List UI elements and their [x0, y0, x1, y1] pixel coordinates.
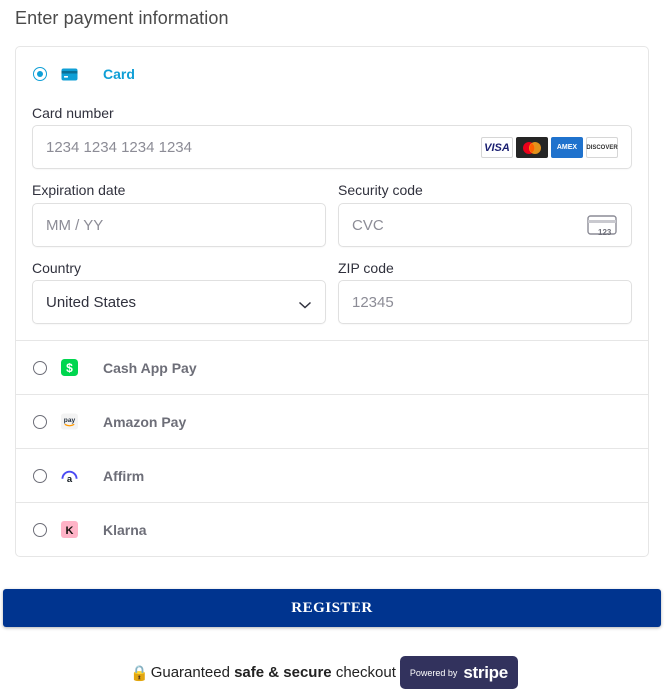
register-button[interactable]: REGISTER: [3, 589, 661, 627]
affirm-label: Affirm: [103, 468, 145, 484]
klarna-label: Klarna: [103, 522, 147, 538]
secure-checkout-footer: 🔒 Guaranteed safe & secure checkout Powe…: [130, 656, 518, 689]
lock-icon: 🔒: [130, 664, 149, 682]
country-value: United States: [46, 294, 137, 311]
card-radio[interactable]: [33, 67, 47, 81]
affirm-radio[interactable]: [33, 469, 47, 483]
svg-text:$: $: [66, 361, 73, 375]
expiration-label: Expiration date: [32, 182, 126, 198]
card-method-label[interactable]: Card: [103, 66, 135, 82]
chevron-down-icon: [298, 297, 312, 315]
footer-suffix: checkout: [335, 664, 396, 681]
amazon-pay-radio[interactable]: [33, 415, 47, 429]
card-method-section: Card Card number 1234 1234 1234 1234 VIS…: [16, 47, 648, 341]
security-code-label: Security code: [338, 182, 423, 198]
klarna-radio[interactable]: [33, 523, 47, 537]
method-affirm[interactable]: a Affirm: [16, 449, 648, 503]
powered-by-text: Powered by: [409, 667, 458, 678]
credit-card-icon: [61, 66, 78, 83]
card-number-placeholder: 1234 1234 1234 1234: [46, 139, 192, 156]
page-title: Enter payment information: [15, 8, 229, 28]
zip-placeholder: 12345: [352, 294, 394, 311]
cash-app-icon: $: [61, 359, 78, 376]
payment-panel: Card Card number 1234 1234 1234 1234 VIS…: [15, 46, 649, 557]
svg-text:K: K: [66, 525, 74, 537]
country-select[interactable]: United States: [32, 280, 326, 324]
method-amazon-pay[interactable]: pay Amazon Pay: [16, 395, 648, 449]
method-cash-app[interactable]: $ Cash App Pay: [16, 341, 648, 395]
cvc-icon-text: 123: [598, 228, 612, 237]
zip-field[interactable]: 12345: [338, 280, 632, 324]
card-number-label: Card number: [32, 105, 114, 121]
expiration-field[interactable]: MM / YY: [32, 203, 326, 247]
discover-icon: DISCOVER: [586, 137, 618, 158]
security-code-placeholder: CVC: [352, 217, 384, 234]
powered-by-stripe-badge[interactable]: Powered by stripe: [399, 656, 518, 689]
mastercard-icon: [516, 137, 548, 158]
cash-app-radio[interactable]: [33, 361, 47, 375]
visa-icon: VISA: [481, 137, 513, 158]
footer-bold: safe & secure: [234, 664, 332, 681]
security-code-field[interactable]: CVC 123: [338, 203, 632, 247]
cvc-icon: 123: [587, 214, 619, 243]
svg-text:a: a: [67, 474, 73, 484]
card-brands: VISA AMEX DISCOVER: [481, 137, 618, 158]
amazon-pay-icon: pay: [61, 413, 78, 430]
amazon-pay-label: Amazon Pay: [103, 414, 187, 430]
amex-icon: AMEX: [551, 137, 583, 158]
method-klarna[interactable]: K Klarna: [16, 503, 648, 557]
klarna-icon: K: [61, 521, 78, 538]
expiration-placeholder: MM / YY: [46, 217, 104, 234]
zip-label: ZIP code: [338, 260, 394, 276]
card-number-field[interactable]: 1234 1234 1234 1234 VISA AMEX DISCOVER: [32, 125, 632, 169]
svg-text:pay: pay: [64, 417, 76, 424]
stripe-logo: stripe: [463, 662, 508, 682]
country-label: Country: [32, 260, 82, 276]
affirm-icon: a: [61, 467, 78, 484]
cash-app-label: Cash App Pay: [103, 360, 197, 376]
footer-prefix: Guaranteed: [150, 664, 230, 681]
